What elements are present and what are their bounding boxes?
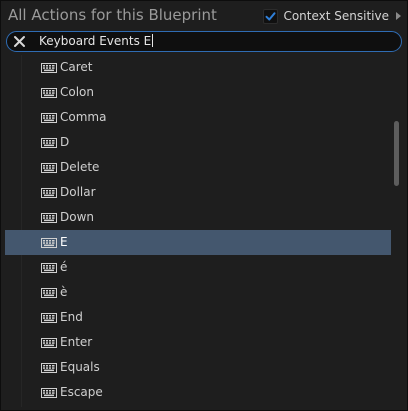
- list-item-label: Comma: [60, 110, 107, 124]
- keyboard-icon: [41, 263, 57, 273]
- keyboard-icon: [41, 363, 57, 373]
- list-item-label: Colon: [60, 85, 95, 99]
- scrollbar-thumb[interactable]: [394, 121, 399, 186]
- context-sensitive-toggle[interactable]: Context Sensitive: [263, 8, 401, 24]
- search-input-text: Keyboard Events E: [39, 34, 152, 48]
- list-item[interactable]: End: [5, 305, 391, 330]
- list-item-label: Down: [60, 210, 95, 224]
- list-item[interactable]: Delete: [5, 155, 391, 180]
- chevron-right-icon[interactable]: [396, 12, 401, 20]
- list-item[interactable]: Equals: [5, 355, 391, 380]
- list-item[interactable]: Comma: [5, 105, 391, 130]
- keyboard-icon: [41, 238, 57, 248]
- action-menu-title: All Actions for this Blueprint: [8, 6, 217, 24]
- list-item[interactable]: Caret: [5, 55, 391, 80]
- list-item[interactable]: è: [5, 280, 391, 305]
- keyboard-icon: [41, 163, 57, 173]
- search-input[interactable]: Keyboard Events E: [39, 34, 154, 48]
- action-list[interactable]: Caret Colon Comma D Delete Dollar Down Eé è End En…: [5, 55, 391, 407]
- list-item-label: D: [60, 135, 70, 149]
- keyboard-icon: [41, 113, 57, 123]
- list-item-label: E: [60, 235, 68, 249]
- clear-search-icon[interactable]: [13, 35, 26, 48]
- action-menu-header: All Actions for this Blueprint Context S…: [1, 1, 407, 31]
- list-item-label: é: [60, 260, 68, 274]
- list-item[interactable]: Enter: [5, 330, 391, 355]
- keyboard-icon: [41, 313, 57, 323]
- list-item-label: Delete: [60, 160, 100, 174]
- checkmark-icon: [265, 11, 276, 20]
- list-item[interactable]: Escape: [5, 380, 391, 405]
- action-menu-window: All Actions for this Blueprint Context S…: [0, 0, 408, 411]
- list-item-label: Escape: [60, 385, 103, 399]
- context-sensitive-label: Context Sensitive: [283, 9, 389, 23]
- list-item[interactable]: Dollar: [5, 180, 391, 205]
- list-item[interactable]: Down: [5, 205, 391, 230]
- list-item-label: Enter: [60, 335, 93, 349]
- list-item-label: Dollar: [60, 185, 96, 199]
- list-item-label: End: [60, 310, 83, 324]
- keyboard-icon: [41, 213, 57, 223]
- keyboard-icon: [41, 288, 57, 298]
- keyboard-icon: [41, 88, 57, 98]
- keyboard-icon: [41, 188, 57, 198]
- list-item[interactable]: Colon: [5, 80, 391, 105]
- keyboard-icon: [41, 63, 57, 73]
- list-item[interactable]: E: [5, 230, 391, 255]
- list-item[interactable]: é: [5, 255, 391, 280]
- keyboard-icon: [41, 338, 57, 348]
- list-item-label: Caret: [60, 60, 93, 74]
- list-item-label: è: [60, 285, 68, 299]
- keyboard-icon: [41, 388, 57, 398]
- text-caret: [152, 34, 154, 47]
- list-item[interactable]: D: [5, 130, 391, 155]
- search-field[interactable]: Keyboard Events E: [6, 31, 402, 52]
- keyboard-icon: [41, 138, 57, 148]
- context-sensitive-checkbox[interactable]: [263, 8, 279, 24]
- list-item-label: Equals: [60, 360, 100, 374]
